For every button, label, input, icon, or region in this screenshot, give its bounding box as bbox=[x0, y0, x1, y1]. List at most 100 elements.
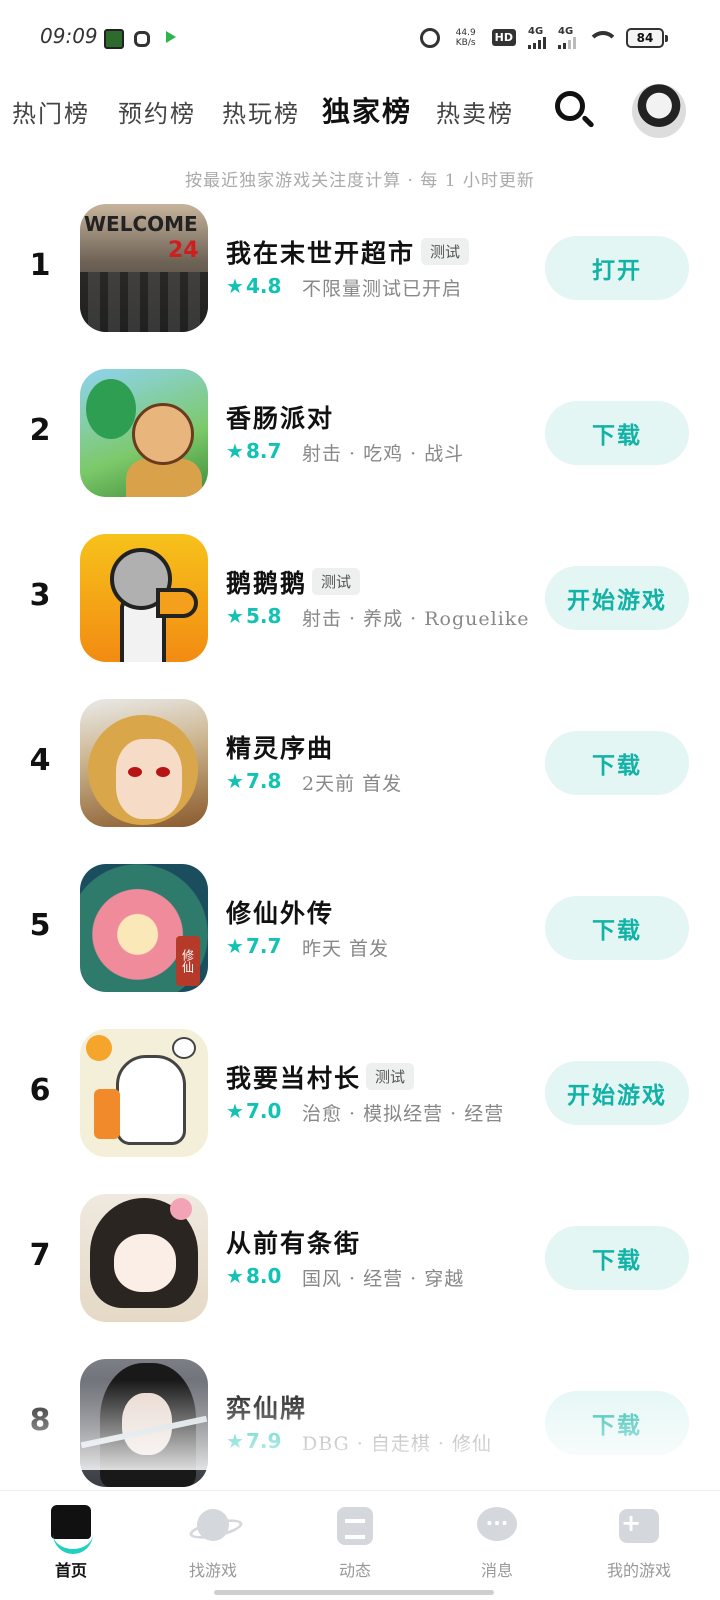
download-button[interactable]: 下载 bbox=[545, 401, 689, 465]
tab-exclusive[interactable]: 独家榜 bbox=[319, 90, 415, 130]
rating: ★ 4.8 bbox=[226, 274, 281, 298]
battery-icon: 84 bbox=[626, 27, 668, 48]
nav-label: 消息 bbox=[480, 1561, 513, 1580]
list-item[interactable]: 2 香肠派对 ★ 8.7 射击 · 吃鸡 · 战斗 下载 bbox=[0, 367, 720, 535]
download-button[interactable]: 下载 bbox=[545, 1391, 689, 1455]
nav-home[interactable]: 首页 bbox=[16, 1505, 126, 1581]
download-button[interactable]: 下载 bbox=[545, 731, 689, 795]
rank-number: 2 bbox=[29, 413, 51, 448]
star-icon: ★ bbox=[226, 439, 244, 463]
list-item[interactable]: 7 从前有条街 ★ 8.0 国风 · 经营 · 穿越 下载 bbox=[0, 1192, 720, 1360]
game-info: 国风 · 经营 · 穿越 bbox=[302, 1268, 465, 1290]
tab-hot-play[interactable]: 热玩榜 bbox=[222, 94, 300, 129]
game-name[interactable]: 鹅鹅鹅 bbox=[226, 564, 307, 600]
list-item[interactable]: 1 WELCOME 24 我在末世开超市 测试 ★ 4.8 不限量测试已开启 打开 bbox=[0, 202, 720, 370]
rating-value: 7.7 bbox=[245, 934, 282, 958]
start-game-button[interactable]: 开始游戏 bbox=[545, 566, 689, 630]
planet-icon bbox=[189, 1505, 237, 1549]
nav-label: 我的游戏 bbox=[606, 1561, 671, 1580]
game-name[interactable]: 我要当村长 bbox=[226, 1059, 361, 1095]
game-icon[interactable]: WELCOME 24 bbox=[80, 204, 208, 332]
rank-number: 1 bbox=[29, 248, 51, 283]
avatar[interactable] bbox=[632, 84, 686, 138]
game-icon[interactable] bbox=[80, 1029, 208, 1157]
rating: ★ 7.9 bbox=[226, 1429, 281, 1453]
game-icon[interactable] bbox=[80, 369, 208, 497]
wifi-icon bbox=[588, 29, 614, 47]
test-tag: 测试 bbox=[312, 568, 361, 595]
ranking-tabs: 热门榜 预约榜 热玩榜 独家榜 热卖榜 bbox=[0, 80, 720, 140]
game-icon[interactable] bbox=[80, 699, 208, 827]
rank-number: 3 bbox=[29, 578, 51, 613]
rank-number: 4 bbox=[29, 743, 51, 778]
nav-label: 动态 bbox=[338, 1561, 371, 1580]
rating-value: 4.8 bbox=[245, 274, 282, 298]
my-games-icon bbox=[615, 1505, 663, 1549]
download-button[interactable]: 下载 bbox=[545, 1226, 689, 1290]
game-icon[interactable] bbox=[80, 534, 208, 662]
open-button[interactable]: 打开 bbox=[545, 236, 689, 300]
network-speed: 44.9 KB/s bbox=[452, 28, 480, 48]
download-button[interactable]: 下载 bbox=[545, 896, 689, 960]
game-info: 昨天 首发 bbox=[302, 938, 390, 960]
start-game-button[interactable]: 开始游戏 bbox=[545, 1061, 689, 1125]
tab-best-selling[interactable]: 热卖榜 bbox=[436, 94, 514, 129]
game-name[interactable]: 精灵序曲 bbox=[226, 729, 334, 765]
game-name[interactable]: 修仙外传 bbox=[226, 894, 334, 930]
rating: ★ 7.7 bbox=[226, 934, 281, 958]
game-info: 2天前 首发 bbox=[302, 773, 403, 795]
star-icon: ★ bbox=[226, 934, 244, 958]
game-info: DBG · 自走棋 · 修仙 bbox=[302, 1433, 492, 1455]
rating: ★ 7.8 bbox=[226, 769, 281, 793]
rating-value: 8.7 bbox=[245, 439, 282, 463]
list-item[interactable]: 5 修仙 修仙外传 ★ 7.7 昨天 首发 下载 bbox=[0, 862, 720, 1030]
signal-icon: 4G bbox=[528, 26, 546, 49]
game-name[interactable]: 香肠派对 bbox=[226, 399, 334, 435]
rank-number: 8 bbox=[29, 1403, 51, 1438]
star-icon: ★ bbox=[226, 1264, 244, 1288]
ranking-subtitle: 按最近独家游戏关注度计算 · 每 1 小时更新 bbox=[185, 171, 535, 191]
star-icon: ★ bbox=[226, 1429, 244, 1453]
star-icon: ★ bbox=[226, 604, 244, 628]
game-info: 射击 · 吃鸡 · 战斗 bbox=[302, 443, 465, 465]
clock: 09:09 bbox=[40, 24, 98, 48]
hd-icon: HD bbox=[491, 29, 516, 46]
star-icon: ★ bbox=[226, 769, 244, 793]
rank-number: 7 bbox=[29, 1238, 51, 1273]
nav-messages[interactable]: 消息 bbox=[442, 1505, 552, 1581]
tab-reservation[interactable]: 预约榜 bbox=[118, 94, 196, 129]
nav-label: 首页 bbox=[54, 1561, 87, 1580]
status-icons: 44.9 KB/s HD 4G 4G 84 bbox=[419, 26, 668, 49]
search-icon[interactable] bbox=[553, 89, 595, 133]
game-info: 射击 · 养成 · Roguelike bbox=[302, 608, 530, 630]
game-name[interactable]: 我在末世开超市 bbox=[226, 234, 415, 270]
rating-value: 7.9 bbox=[245, 1429, 282, 1453]
home-indicator[interactable] bbox=[214, 1590, 494, 1595]
rank-number: 5 bbox=[29, 908, 51, 943]
network-speed-value: 44.9 bbox=[455, 27, 476, 38]
tab-hot[interactable]: 热门榜 bbox=[12, 94, 90, 129]
list-item[interactable]: 4 精灵序曲 ★ 7.8 2天前 首发 下载 bbox=[0, 697, 720, 865]
game-name[interactable]: 从前有条街 bbox=[226, 1224, 361, 1260]
rating-value: 7.8 bbox=[245, 769, 282, 793]
nav-find-games[interactable]: 找游戏 bbox=[158, 1505, 268, 1581]
game-name[interactable]: 弈仙牌 bbox=[226, 1389, 307, 1425]
rating: ★ 5.8 bbox=[226, 604, 281, 628]
star-icon: ★ bbox=[226, 1099, 244, 1123]
game-icon[interactable] bbox=[80, 1194, 208, 1322]
sim1-label: 4G bbox=[528, 26, 544, 37]
game-icon[interactable]: 修仙 bbox=[80, 864, 208, 992]
message-icon bbox=[473, 1505, 521, 1549]
list-item[interactable]: 6 我要当村长 测试 ★ 7.0 治愈 · 模拟经营 · 经营 开始游戏 bbox=[0, 1027, 720, 1195]
alarm-icon bbox=[419, 27, 440, 48]
nav-feed[interactable]: 动态 bbox=[300, 1505, 410, 1581]
rank-number: 6 bbox=[29, 1073, 51, 1108]
list-item[interactable]: 3 鹅鹅鹅 测试 ★ 5.8 射击 · 养成 · Roguelike 开始游戏 bbox=[0, 532, 720, 700]
game-info: 不限量测试已开启 bbox=[302, 278, 463, 300]
sim2-label: 4G bbox=[558, 26, 574, 37]
nav-my-games[interactable]: 我的游戏 bbox=[584, 1505, 694, 1581]
network-speed-unit: KB/s bbox=[455, 37, 476, 48]
game-icon[interactable] bbox=[80, 1359, 208, 1487]
app-notification-icon bbox=[132, 29, 152, 49]
rating-value: 7.0 bbox=[245, 1099, 282, 1123]
